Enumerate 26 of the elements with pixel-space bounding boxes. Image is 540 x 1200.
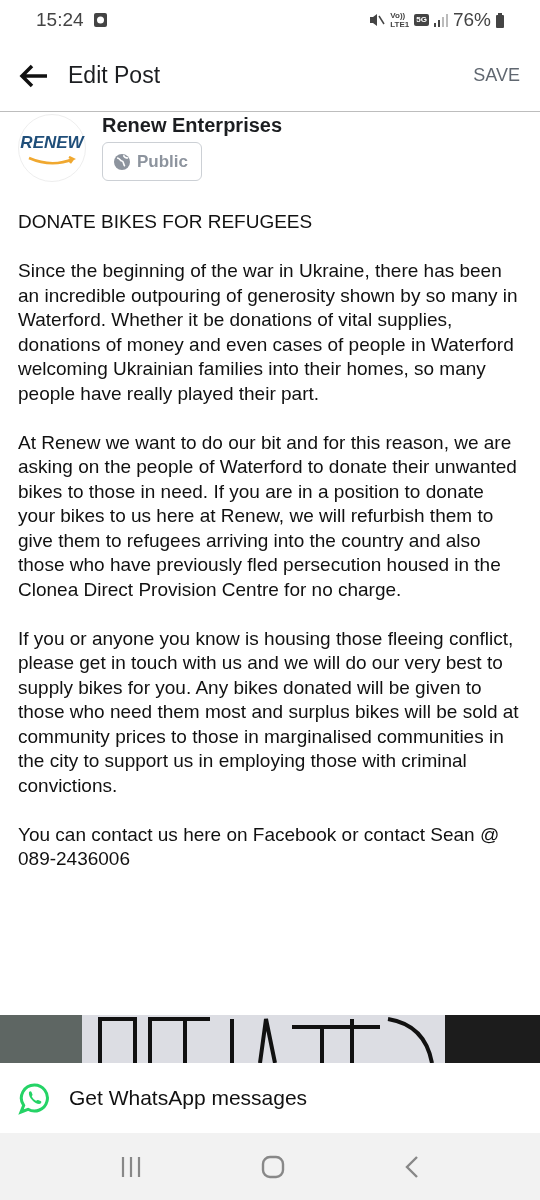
signal-icon (433, 13, 448, 27)
globe-icon (113, 152, 131, 171)
whatsapp-prompt[interactable]: Get WhatsApp messages (69, 1082, 308, 1114)
network-label: 5G (414, 14, 429, 26)
mute-icon (369, 13, 386, 27)
post-title: DONATE BIKES FOR REFUGEES (18, 210, 314, 234)
back-arrow-icon (19, 63, 49, 88)
home-icon[interactable] (261, 1154, 285, 1179)
author-name: Renew Enterprises (102, 114, 283, 136)
battery-icon (496, 12, 504, 28)
lte-label: LTE1 (390, 20, 410, 29)
post-paragraph: At Renew we want to do our bit and for this reason, we are asking on the people of Waterford to donate their unwanted bikes to those in need. If you are in a position to donate your bikes to us here at Renew, we will refurbish them to give them to refugees arriving into the country and also those who have previously fled persecution housed in the Clonea Direct Provision Centre for no charge. (18, 430, 518, 602)
battery-percent: 76% (452, 7, 491, 32)
swoosh-icon (27, 155, 77, 166)
page-title: Edit Post (68, 61, 162, 91)
post-paragraph: If you or anyone you know is housing those fleeing conflict, please get in touch with us and we will do our very best to supply bikes for you. Any bikes donated will be given to those who need them most and surplus bikes will be sold at community prices to those in marginalised communities in the city to support us in employing those with criminal convictions. (18, 626, 520, 798)
whatsapp-icon (18, 1081, 51, 1115)
back-icon[interactable] (404, 1154, 421, 1179)
audience-button[interactable]: Public (102, 142, 202, 181)
recent-apps-icon[interactable] (119, 1155, 142, 1178)
save-button[interactable]: SAVE (471, 62, 522, 89)
post-paragraph: You can contact us here on Facebook or contact Sean @ 089-2436006 (18, 822, 501, 871)
clock-time: 15:24 (36, 7, 84, 32)
post-paragraph: Since the beginning of the war in Ukraine, there has been an incredible outpouring of generosity shown by so many in Waterford. Whether it be donations of vital supplies, donations of money and even cases of people in Waterford welcoming Ukrainian families into their homes, so many people have really played their part. (18, 259, 519, 406)
volte-label: Vo)) (390, 11, 407, 20)
notification-icon (93, 13, 107, 27)
